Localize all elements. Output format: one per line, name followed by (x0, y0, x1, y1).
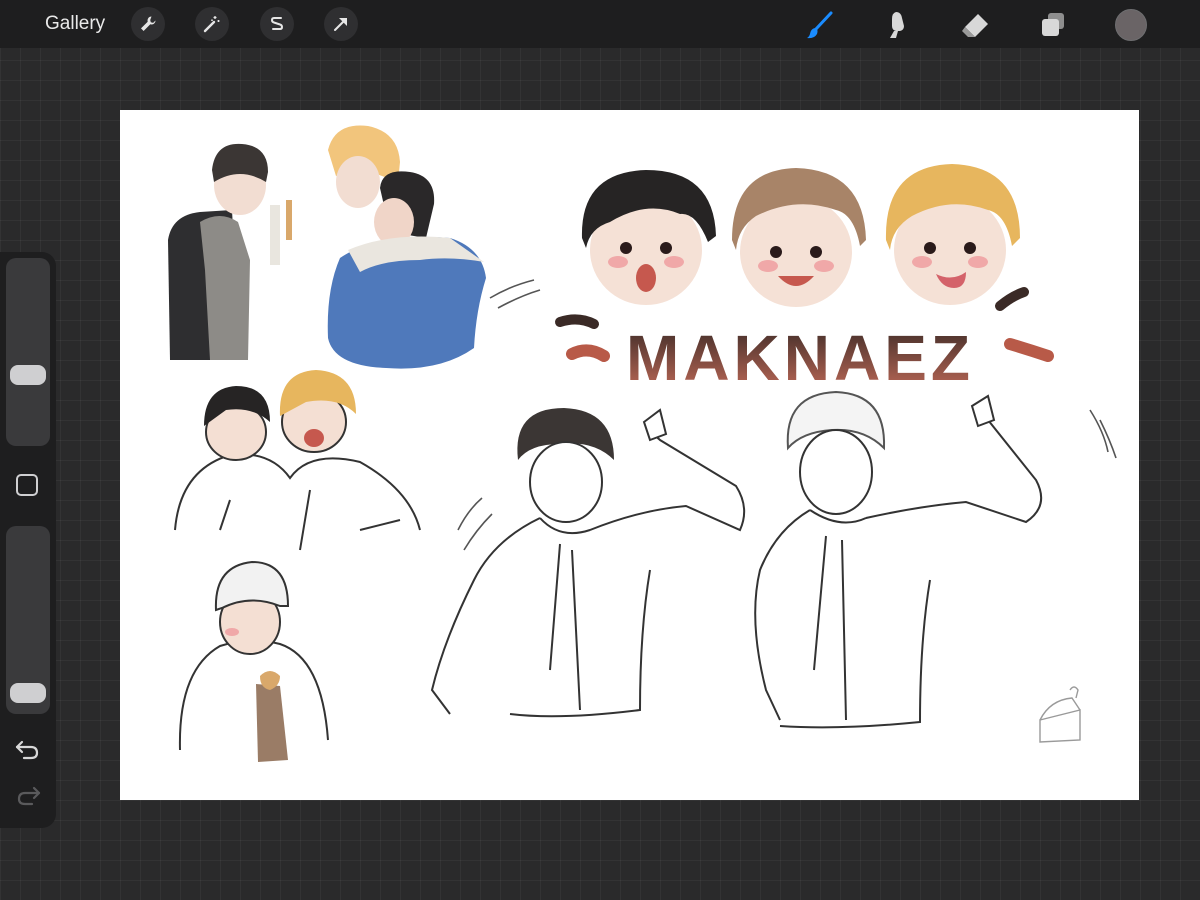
transform-button[interactable] (324, 7, 358, 41)
maknaez-title-text: MAKNAEZ (626, 322, 974, 394)
brush-icon (805, 10, 835, 40)
illustration-flex-left (430, 408, 746, 718)
brush-size-slider[interactable] (6, 258, 50, 446)
brush-size-thumb[interactable] (10, 365, 46, 386)
eraser-icon (960, 10, 990, 40)
smudge-icon (882, 10, 912, 40)
layers-button[interactable] (1036, 8, 1070, 42)
magic-wand-icon (202, 14, 222, 34)
illustration-winter-pair (174, 370, 421, 551)
illustration-beanie-snack (178, 560, 329, 762)
gallery-button[interactable]: Gallery (45, 13, 105, 35)
color-picker-swatch[interactable] (1115, 9, 1147, 41)
illustration-flex-right (754, 390, 1043, 729)
drawing-canvas[interactable]: MAKNAEZ (120, 110, 1139, 800)
maknaez-title: MAKNAEZ (555, 287, 1054, 394)
layers-icon (1038, 10, 1068, 40)
selection-icon (267, 14, 287, 34)
wrench-icon (138, 14, 158, 34)
undo-arrow-icon (14, 740, 42, 766)
chibi-head-black-hair (581, 170, 716, 305)
chibi-head-blonde-hair (885, 164, 1020, 305)
cake-slice-icon (1039, 686, 1081, 743)
modify-button[interactable] (16, 474, 38, 496)
left-sidebar (0, 252, 56, 828)
top-toolbar: Gallery (0, 0, 1200, 48)
chibi-head-brown-hair (732, 168, 866, 307)
opacity-thumb[interactable] (10, 683, 46, 704)
transform-arrow-icon (331, 14, 351, 34)
selection-button[interactable] (260, 7, 294, 41)
adjustments-button[interactable] (195, 7, 229, 41)
eraser-button[interactable] (958, 8, 992, 42)
brush-button[interactable] (803, 8, 837, 42)
redo-button[interactable] (14, 784, 42, 813)
illustration-winter-group (168, 125, 486, 369)
undo-button[interactable] (14, 738, 42, 767)
redo-arrow-icon (14, 786, 42, 812)
actions-button[interactable] (131, 7, 165, 41)
opacity-slider[interactable] (6, 526, 50, 714)
smudge-button[interactable] (880, 8, 914, 42)
